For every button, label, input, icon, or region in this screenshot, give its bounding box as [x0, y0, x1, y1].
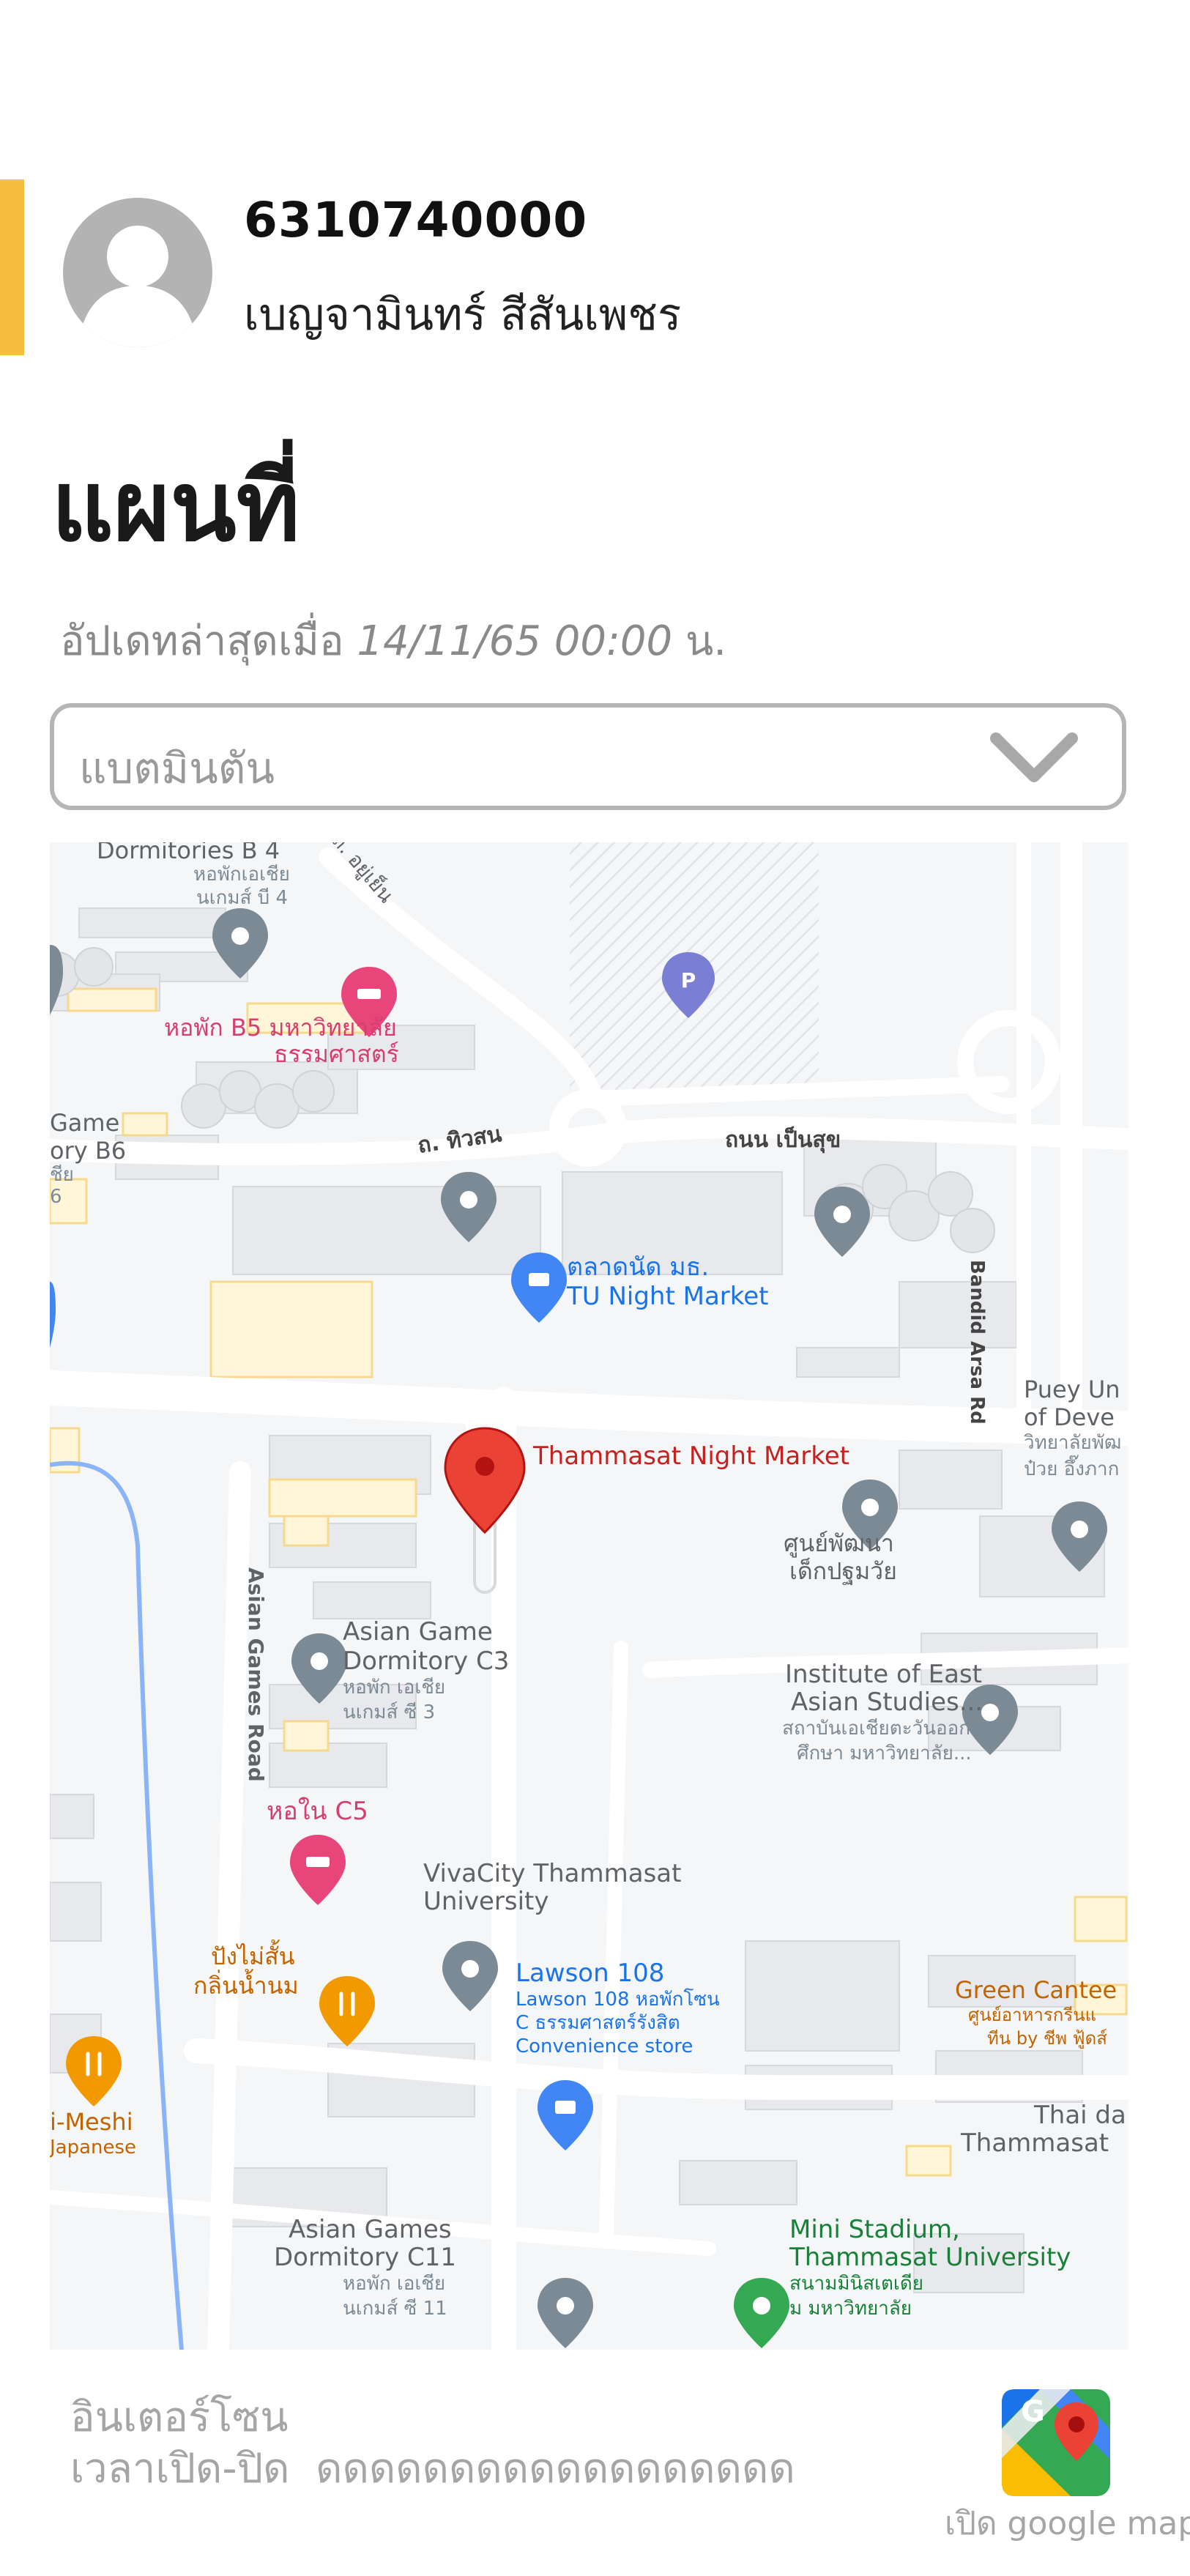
map-label-meshi-2: Japanese [50, 2137, 137, 2159]
map-label-east-asian-2: Asian Studies... [791, 1688, 983, 1717]
map-label-thammasat-night-market[interactable]: Thammasat Night Market [533, 1442, 849, 1470]
map-label-c11-1[interactable]: Asian Games [289, 2216, 452, 2243]
map-label-dorm-b5-2: ธรรมศาสตร์ [274, 1040, 399, 1068]
map-label-night-market-th[interactable]: ตลาดนัด มธ. [567, 1253, 709, 1281]
map-label-lawson-4: Convenience store [516, 2035, 693, 2057]
map-label-stadium-3: สนามมินิสเตเดีย [789, 2273, 923, 2295]
map-label-c3-2: Dormitory C3 [343, 1647, 510, 1676]
map-label-game-b6-2: ory B6 [50, 1137, 127, 1165]
map-label-east-asian-4: ศึกษา มหาวิทยาลัย... [797, 1742, 972, 1764]
open-google-map-link[interactable]: เปิด google map [945, 2498, 1190, 2549]
map-label-meshi-1[interactable]: i-Meshi [50, 2109, 133, 2135]
map-label-c11-3: หอพัก เอเชีย [343, 2273, 446, 2295]
map-label-night-market-en: TU Night Market [567, 1282, 769, 1311]
svg-text:P: P [681, 968, 696, 992]
map-label-game-b6-3: ชีย [50, 1164, 74, 1186]
map-base-layer: P [50, 842, 1128, 2350]
opening-hours-value: ดดดดดดดดดดดดดดดดดด [316, 2445, 795, 2493]
map-label-dorm-b4[interactable]: Dormitories B 4 [97, 842, 280, 864]
page-title: แผนที่ [51, 450, 300, 563]
map-label-puey-3: วิทยาลัยพัฒ [1024, 1432, 1122, 1454]
map-label-restaurant-1[interactable]: ปังไม่สั้น [211, 1943, 295, 1970]
last-updated-time: 14/11/65 00:00 [357, 617, 673, 665]
sport-select-value: แบตมินตัน [79, 743, 275, 793]
map-label-green-canteen-2: ศูนย์อาหารกรีนแ [968, 2005, 1097, 2025]
map-label-lawson-2: Lawson 108 หอพักโซน [516, 1989, 720, 2011]
map-label-green-canteen-3: ทีน by ชีพ ฟู้ดส์ [987, 2028, 1107, 2049]
last-updated-unit: น. [685, 617, 727, 665]
map-label-game-b6-4: 6 [50, 1186, 62, 1208]
last-updated-label: อัปเดทล่าสุดเมื่อ [60, 617, 344, 665]
student-name: เบญจามินทร์ สีสันเพชร [244, 289, 682, 341]
map-label-lawson-3: C ธรรมศาสตร์รังสิต [516, 2012, 680, 2034]
opening-hours: เวลาเปิด-ปิด ดดดดดดดดดดดดดดดดดด [70, 2435, 795, 2501]
map-label-c3-4: นเกมส์ ซี 3 [343, 1701, 436, 1723]
map-label-child-dev-2: เด็กปฐมวัย [789, 1557, 897, 1585]
chevron-down-icon [990, 732, 1078, 782]
google-maps-icon[interactable]: G [1000, 2388, 1112, 2498]
map-label-lawson-1[interactable]: Lawson 108 [516, 1959, 664, 1987]
map-label-stadium-4: ม มหาวิทยาลัย [789, 2298, 912, 2320]
last-updated: อัปเดทล่าสุดเมื่อ 14/11/65 00:00 น. [60, 608, 726, 673]
map-label-vivacity-2: University [423, 1887, 549, 1916]
map-label-vivacity-1[interactable]: VivaCity Thammasat [423, 1860, 681, 1888]
map-label-child-dev-1[interactable]: ศูนย์พัฒนา [784, 1530, 894, 1556]
campus-map[interactable]: P Dormitories B 4 หอพักเอเชีย นเกมส์ บี … [50, 842, 1128, 2350]
person-icon [82, 226, 193, 347]
map-label-road-penpsuk: ถนน เป็นสุข [725, 1127, 841, 1153]
map-label-c3-1[interactable]: Asian Game [343, 1618, 493, 1646]
map-label-dorm-b4-th2: นเกมส์ บี 4 [196, 887, 288, 909]
map-label-game-b6-1[interactable]: Game [50, 1110, 119, 1136]
map-label-stadium-1[interactable]: Mini Stadium, [789, 2216, 960, 2243]
map-label-c11-2: Dormitory C11 [274, 2243, 456, 2272]
map-label-dorm-b4-th: หอพักเอเชีย [193, 864, 290, 886]
map-label-asian-games-road: Asian Games Road [244, 1567, 268, 1782]
map-label-c11-4: นเกมส์ ซี 11 [343, 2298, 447, 2320]
student-id: 6310740000 [244, 192, 588, 248]
map-label-puey-1[interactable]: Puey Un [1024, 1376, 1120, 1403]
opening-hours-label: เวลาเปิด-ปิด [70, 2445, 290, 2493]
profile-accent-bar [0, 179, 24, 355]
map-label-east-asian-1[interactable]: Institute of East [785, 1660, 982, 1688]
map-label-c3-3: หอพัก เอเชีย [343, 1677, 446, 1699]
svg-text:G: G [1021, 2395, 1045, 2429]
map-label-stadium-2: Thammasat University [789, 2243, 1071, 2272]
map-label-thai-2: Thammasat [961, 2128, 1109, 2158]
map-label-dorm-b5[interactable]: หอพัก B5 มหาวิทยาลัย [164, 1014, 397, 1041]
map-label-puey-2: of Deve [1024, 1403, 1115, 1431]
sport-select[interactable]: แบตมินตัน [50, 703, 1126, 810]
map-label-thai-1[interactable]: Thai da [1034, 2101, 1126, 2129]
map-label-road-bandid: Bandid Arsa Rd [966, 1260, 988, 1425]
map-label-east-asian-3: สถาบันเอเชียตะวันออก [782, 1718, 970, 1740]
map-label-restaurant-2: กลิ่นน้ำนม [193, 1972, 299, 2000]
avatar [63, 198, 212, 347]
map-label-green-canteen-1[interactable]: Green Cantee [955, 1977, 1117, 2003]
map-label-c5[interactable]: หอใน C5 [267, 1797, 368, 1825]
map-label-puey-4: ป๋วย อึ๊งภาก [1024, 1458, 1120, 1480]
